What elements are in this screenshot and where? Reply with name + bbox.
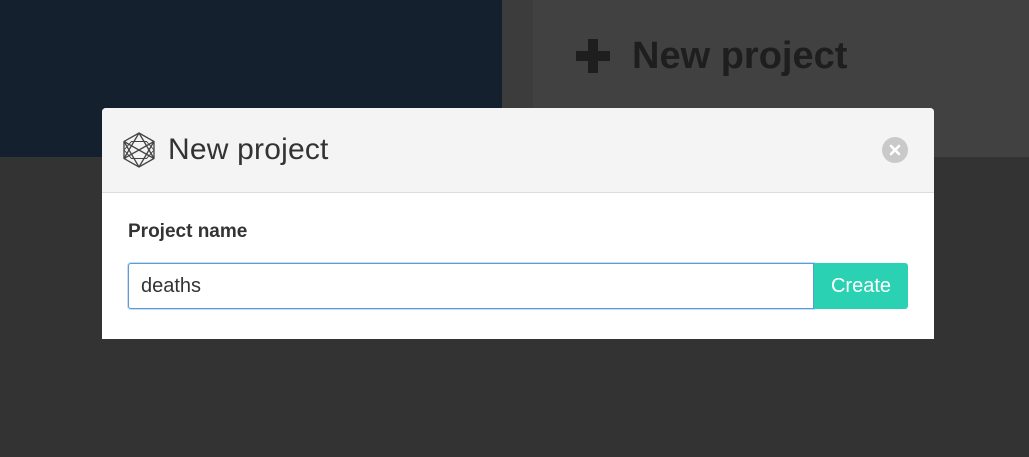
project-name-form: Create xyxy=(128,263,908,309)
create-button[interactable]: Create xyxy=(814,263,908,309)
project-name-input[interactable] xyxy=(128,263,814,309)
app-root: New project New project Project name dea… xyxy=(0,0,1029,457)
background-new-project-label: New project xyxy=(632,34,848,77)
dialog-title: New project xyxy=(168,133,329,166)
background-new-project-button: New project xyxy=(576,30,847,82)
close-icon xyxy=(889,144,901,156)
hexagon-logo-icon xyxy=(120,131,158,169)
dialog-header: New project xyxy=(102,108,934,193)
close-button[interactable] xyxy=(882,137,908,163)
project-name-label: Project name xyxy=(128,221,248,242)
dialog-body: Project name Create xyxy=(102,193,934,309)
plus-icon xyxy=(576,39,610,73)
new-project-dialog: New project Project name Create xyxy=(102,108,934,339)
